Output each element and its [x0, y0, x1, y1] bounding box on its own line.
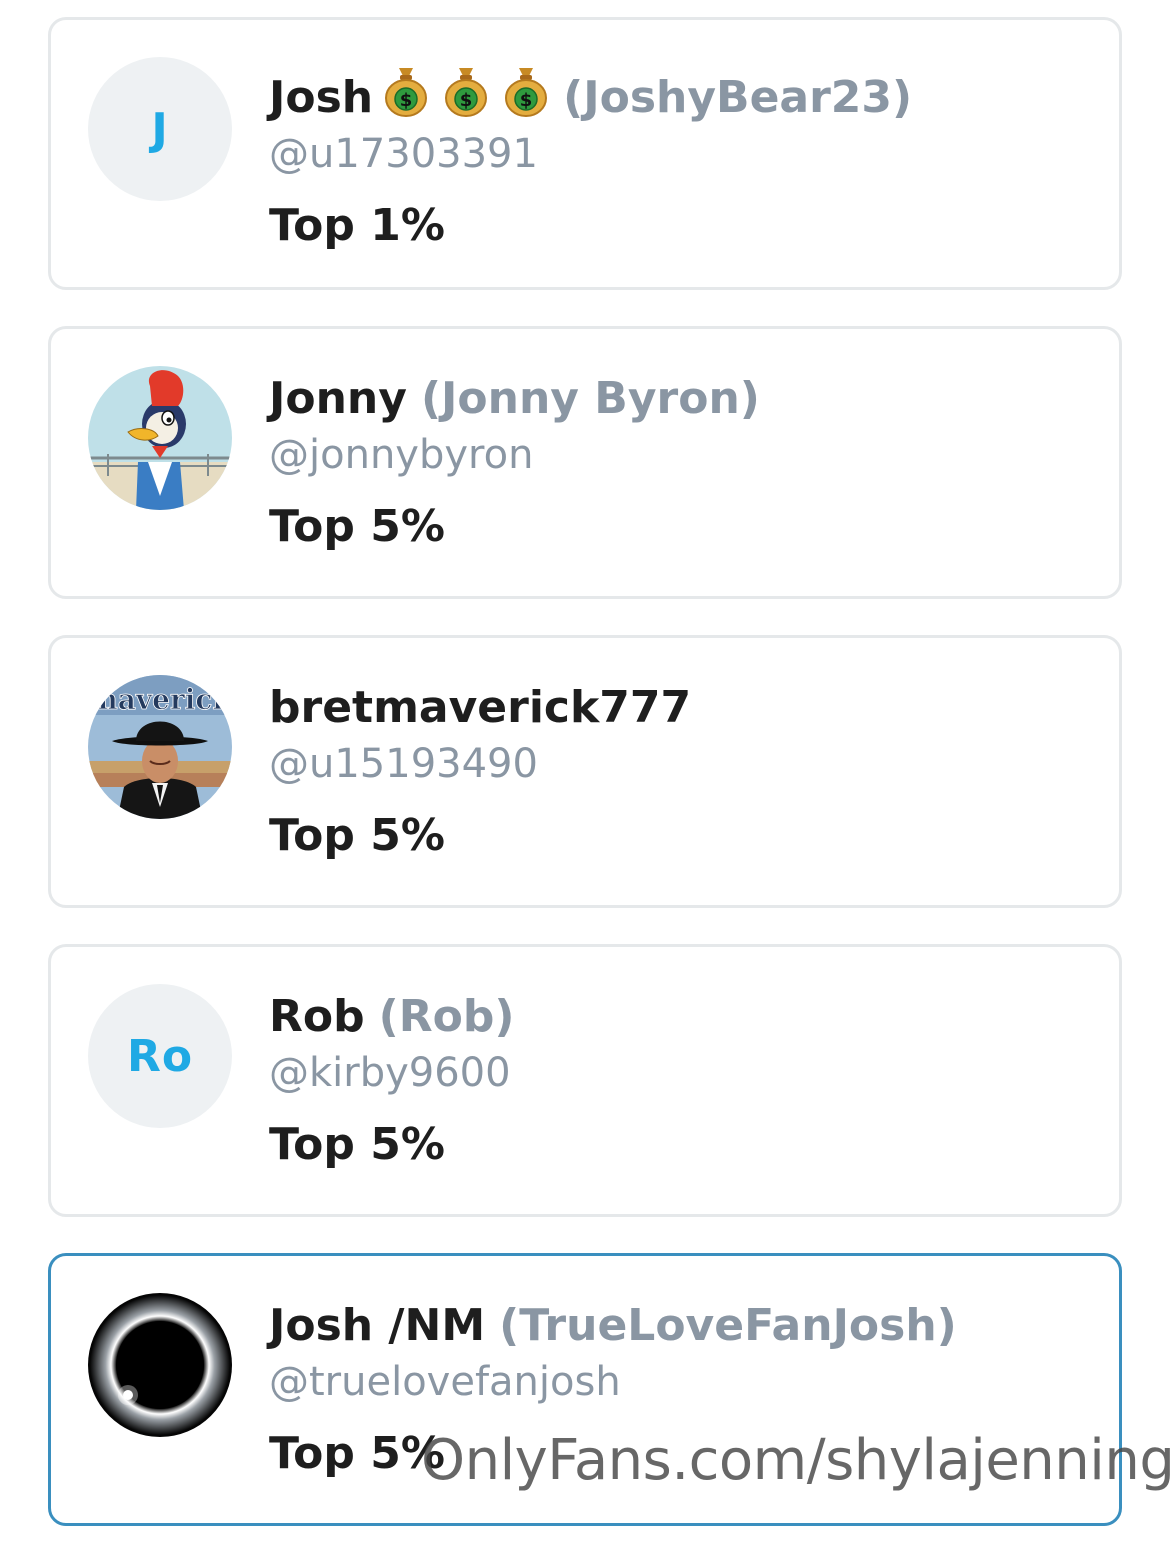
username[interactable]: @u17303391 — [269, 128, 1099, 180]
name-line: Josh /NM (TrueLoveFanJosh) — [269, 1298, 1099, 1354]
avatar[interactable] — [88, 366, 232, 510]
cowboy-poster-avatar: maverick — [88, 675, 232, 819]
rank-badge: Top 1% — [269, 200, 445, 251]
money-bag-icon: $ — [385, 68, 428, 117]
name-line: Josh $ $ $ (JoshyBear23) — [269, 62, 1099, 126]
watermark: OnlyFans.com/shylajennings — [421, 1428, 1170, 1493]
fan-card[interactable]: maverick bretmaverick777 @u15193490 Top … — [48, 635, 1122, 908]
avatar[interactable]: Ro — [88, 984, 232, 1128]
avatar[interactable]: J — [88, 57, 232, 201]
badges: $ $ $ — [383, 62, 549, 118]
svg-text:$: $ — [520, 90, 533, 111]
fan-card[interactable]: J Josh $ $ $ (JoshyBear23) @u17303391 To… — [48, 17, 1122, 290]
fan-info: bretmaverick777 @u15193490 Top 5% — [269, 680, 1099, 864]
alias-name: (JoshyBear23) — [563, 72, 913, 123]
alias-name: (Jonny Byron) — [420, 373, 760, 424]
fan-info: Rob (Rob) @kirby9600 Top 5% — [269, 989, 1099, 1173]
username[interactable]: @truelovefanjosh — [269, 1356, 1099, 1408]
display-name[interactable]: Jonny — [269, 373, 407, 424]
rank-badge: Top 5% — [269, 810, 445, 861]
avatar[interactable] — [88, 1293, 232, 1437]
display-name[interactable]: Rob — [269, 991, 365, 1042]
rank-badge: Top 5% — [269, 501, 445, 552]
username[interactable]: @jonnybyron — [269, 429, 1099, 481]
money-bag-icon: $ — [505, 68, 548, 117]
avatar-initials: Ro — [126, 1030, 194, 1082]
name-line: Jonny (Jonny Byron) — [269, 371, 1099, 427]
display-name[interactable]: Josh /NM — [269, 1300, 485, 1351]
woodpecker-cartoon-avatar — [88, 366, 232, 510]
poster-title: maverick — [88, 683, 232, 716]
username[interactable]: @u15193490 — [269, 738, 1099, 790]
fan-card[interactable]: Jonny (Jonny Byron) @jonnybyron Top 5% — [48, 326, 1122, 599]
svg-text:$: $ — [400, 90, 413, 111]
display-name[interactable]: bretmaverick777 — [269, 682, 691, 733]
fan-info: Josh $ $ $ (JoshyBear23) @u17303391 Top … — [269, 62, 1099, 254]
solar-eclipse-avatar — [88, 1293, 232, 1437]
alias-name: (Rob) — [378, 991, 515, 1042]
fan-list: J Josh $ $ $ (JoshyBear23) @u17303391 To… — [48, 17, 1122, 1562]
display-name[interactable]: Josh — [269, 72, 373, 123]
alias-name: (TrueLoveFanJosh) — [499, 1300, 957, 1351]
avatar-initials: J — [151, 103, 169, 155]
svg-text:$: $ — [460, 90, 473, 111]
avatar[interactable]: maverick — [88, 675, 232, 819]
fan-info: Jonny (Jonny Byron) @jonnybyron Top 5% — [269, 371, 1099, 555]
rank-badge: Top 5% — [269, 1119, 445, 1170]
name-line: bretmaverick777 — [269, 680, 1099, 736]
money-bag-icon: $ — [445, 68, 488, 117]
fan-card[interactable]: Ro Rob (Rob) @kirby9600 Top 5% — [48, 944, 1122, 1217]
name-line: Rob (Rob) — [269, 989, 1099, 1045]
username[interactable]: @kirby9600 — [269, 1047, 1099, 1099]
